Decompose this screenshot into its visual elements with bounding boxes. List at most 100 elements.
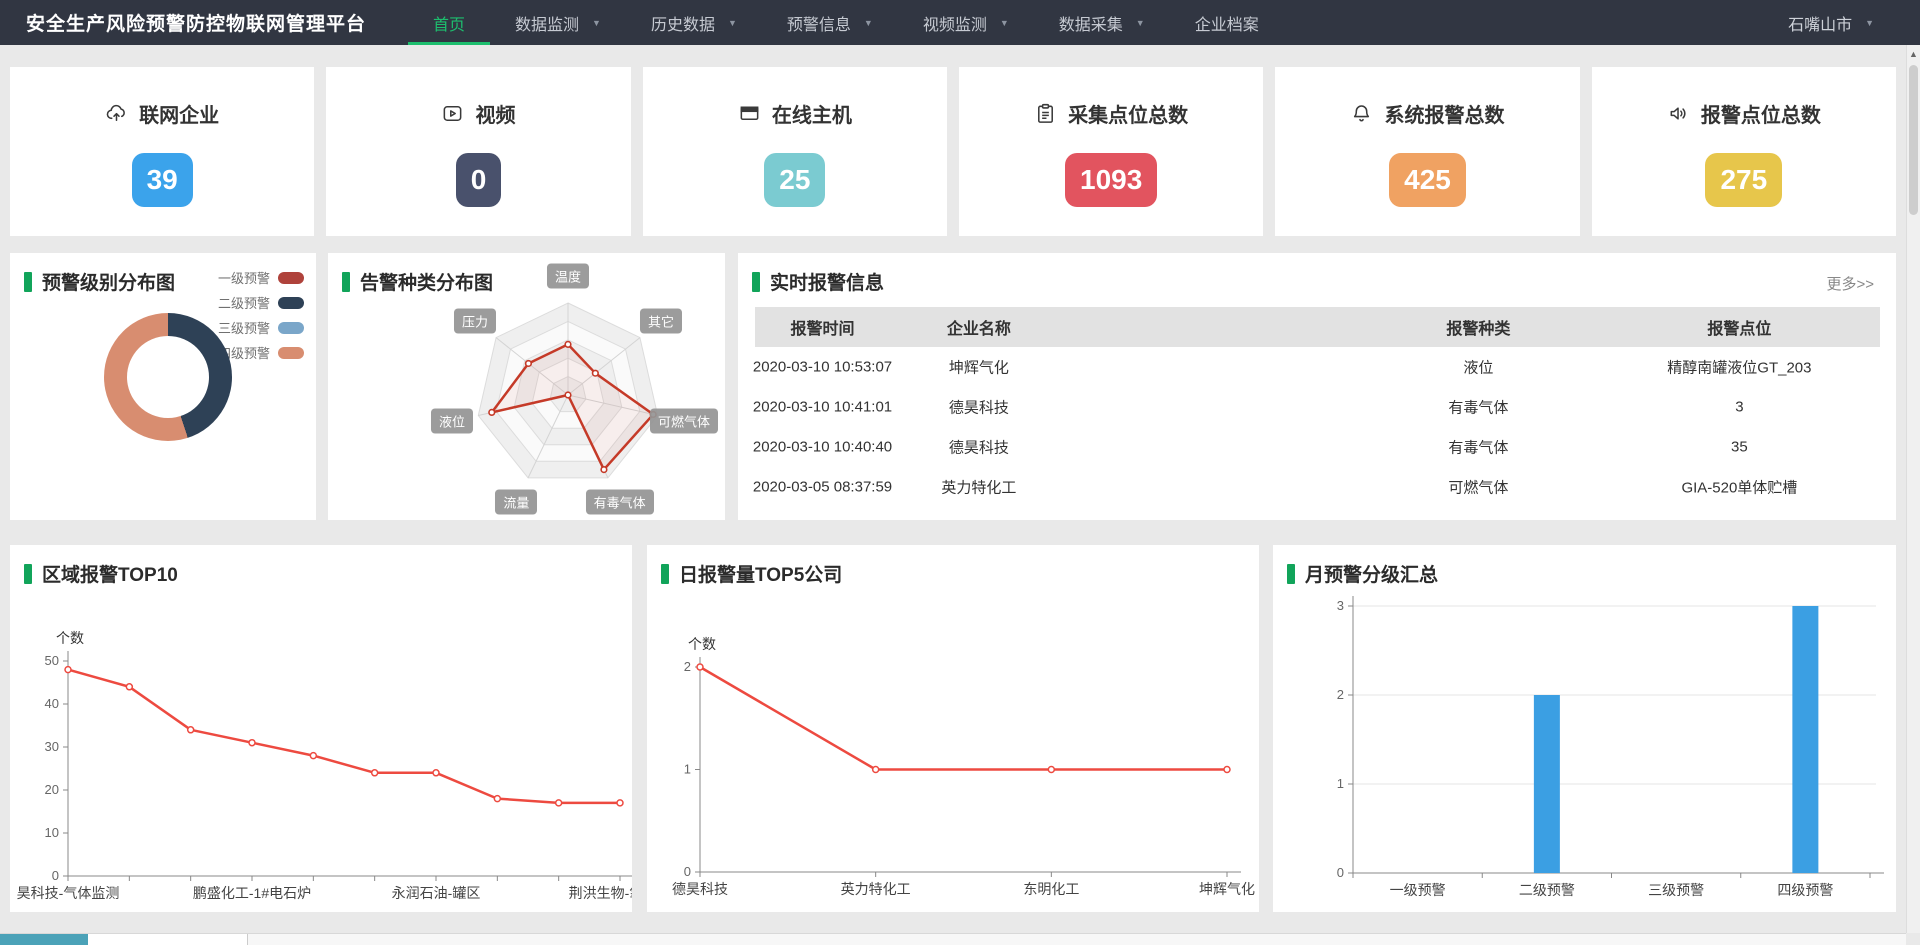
cell-type: 有毒气体 <box>1448 397 1508 418</box>
stat-value-badge: 25 <box>764 153 825 207</box>
cell-company: 英力特化工 <box>941 477 1016 498</box>
speaker-icon <box>1667 102 1690 125</box>
region-selector[interactable]: 石嘴山市▼ <box>1788 0 1874 45</box>
radar-labels: 温度其它可燃气体有毒气体流量液位压力 <box>328 253 725 520</box>
stat-value-badge: 39 <box>132 153 193 207</box>
monthly-chart: 0123一级预警二级预警三级预警四级预警 <box>1273 545 1896 912</box>
table-row: 2020-03-10 10:41:01 德昊科技 有毒气体 3 <box>755 387 1880 427</box>
scrollbar-thumb-horizontal[interactable] <box>88 934 248 945</box>
scrollbar-segment <box>0 934 88 945</box>
legend-item-level1[interactable]: 一级预警 <box>218 265 304 290</box>
column-header-point: 报警点位 <box>1707 315 1771 339</box>
radar-axis-label: 流量 <box>495 490 537 515</box>
dashboard-screen: 安全生产风险预警防控物联网管理平台 首页 数据监测▼ 历史数据▼ 预警信息▼ 视… <box>0 0 1920 945</box>
scrollbar-thumb-vertical[interactable] <box>1909 65 1918 215</box>
stat-card-online-hosts: 在线主机 25 <box>643 67 947 236</box>
radar-axis-label: 液位 <box>431 409 473 434</box>
svg-text:坤辉气化: 坤辉气化 <box>1199 881 1255 897</box>
stat-label: 报警点位总数 <box>1701 99 1821 128</box>
stat-card-videos: 视频 0 <box>326 67 630 236</box>
cell-point: GIA-520单体贮槽 <box>1681 477 1797 498</box>
column-header-type: 报警种类 <box>1446 315 1510 339</box>
svg-text:荆洪生物-氧化反: 荆洪生物-氧化反 <box>569 885 632 901</box>
legend-swatch <box>278 347 304 359</box>
stat-label: 在线主机 <box>772 99 852 128</box>
stat-value-badge: 275 <box>1705 153 1782 207</box>
scroll-up-icon[interactable]: ▲ <box>1907 49 1920 59</box>
panel-daily-top5: 日报警量TOP5公司 012个数德昊科技英力特化工东明化工坤辉气化 <box>647 545 1259 912</box>
bar-series: 一级预警二级预警三级预警四级预警 <box>1353 606 1870 898</box>
svg-text:50: 50 <box>45 653 59 668</box>
svg-text:0: 0 <box>52 868 59 883</box>
svg-text:昊科技-气体监测: 昊科技-气体监测 <box>17 885 120 901</box>
vertical-scrollbar[interactable]: ▲ <box>1906 45 1920 933</box>
nav-item-history-data[interactable]: 历史数据▼ <box>626 0 762 45</box>
nav-item-data-monitor[interactable]: 数据监测▼ <box>490 0 626 45</box>
stat-label: 视频 <box>475 99 515 128</box>
stat-value-badge: 1093 <box>1065 153 1157 207</box>
svg-text:个数: 个数 <box>56 630 84 646</box>
stat-value-badge: 425 <box>1389 153 1466 207</box>
nav-item-warning-info[interactable]: 预警信息▼ <box>762 0 898 45</box>
table-row: 2020-03-05 08:37:59 英力特化工 可燃气体 GIA-520单体… <box>755 467 1880 507</box>
nav-item-video-monitor[interactable]: 视频监测▼ <box>898 0 1034 45</box>
monitor-icon <box>738 102 761 125</box>
stat-value-badge: 0 <box>456 153 502 207</box>
svg-text:1: 1 <box>684 762 691 777</box>
legend-item-level2[interactable]: 二级预警 <box>218 290 304 315</box>
clipboard-icon <box>1034 102 1057 125</box>
svg-text:10: 10 <box>45 825 59 840</box>
cell-time: 2020-03-10 10:40:40 <box>753 439 892 456</box>
cell-point: 精醇南罐液位GT_203 <box>1667 357 1811 378</box>
nav-item-home[interactable]: 首页 <box>408 0 490 45</box>
legend-item-level3[interactable]: 三级预警 <box>218 315 304 340</box>
stat-label: 联网企业 <box>139 99 219 128</box>
cell-time: 2020-03-10 10:53:07 <box>753 359 892 376</box>
cell-type: 可燃气体 <box>1448 477 1508 498</box>
region-top10-chart: 01020304050个数昊科技-气体监测鹏盛化工-1#电石炉永润石油-罐区荆洪… <box>10 545 632 912</box>
daily-top5-chart: 012个数德昊科技英力特化工东明化工坤辉气化 <box>647 545 1259 912</box>
stat-card-alarm-points: 报警点位总数 275 <box>1592 67 1896 236</box>
svg-text:3: 3 <box>1337 598 1344 613</box>
stat-cards: 联网企业 39 视频 0 在线主机 25 采集点位总数 1093 <box>10 67 1896 236</box>
chevron-down-icon: ▼ <box>728 18 737 28</box>
stat-label: 采集点位总数 <box>1068 99 1188 128</box>
stat-label: 系统报警总数 <box>1384 99 1504 128</box>
svg-text:鹏盛化工-1#电石炉: 鹏盛化工-1#电石炉 <box>193 885 311 901</box>
panel-region-top10: 区域报警TOP10 01020304050个数昊科技-气体监测鹏盛化工-1#电石… <box>10 545 632 912</box>
svg-text:2: 2 <box>1337 687 1344 702</box>
svg-text:德昊科技: 德昊科技 <box>672 881 728 897</box>
svg-text:2: 2 <box>684 659 691 674</box>
svg-text:四级预警: 四级预警 <box>1777 882 1833 898</box>
stat-card-system-alarms: 系统报警总数 425 <box>1275 67 1579 236</box>
column-header-time: 报警时间 <box>790 315 854 339</box>
radar-axis-label: 压力 <box>454 308 496 333</box>
svg-text:个数: 个数 <box>688 636 716 652</box>
app-title: 安全生产风险预警防控物联网管理平台 <box>26 9 366 36</box>
bell-icon <box>1350 102 1373 125</box>
nav-item-enterprise-archive[interactable]: 企业档案 <box>1170 0 1284 45</box>
column-header-company: 企业名称 <box>947 315 1011 339</box>
radar-chart <box>328 253 725 520</box>
panel-realtime-alarms: 实时报警信息 更多>> 报警时间 企业名称 报警种类 报警点位 2020-03-… <box>738 253 1896 520</box>
video-icon <box>441 102 464 125</box>
svg-text:英力特化工: 英力特化工 <box>841 881 911 897</box>
main-menu: 首页 数据监测▼ 历史数据▼ 预警信息▼ 视频监测▼ 数据采集▼ 企业档案 <box>408 0 1284 45</box>
legend-item-level4[interactable]: 四级预警 <box>218 340 304 365</box>
stat-card-collection-points: 采集点位总数 1093 <box>959 67 1263 236</box>
svg-text:二级预警: 二级预警 <box>1519 882 1575 898</box>
cell-company: 坤辉气化 <box>949 357 1009 378</box>
chevron-down-icon: ▼ <box>1865 18 1874 28</box>
title-marker <box>752 272 760 292</box>
panel-title: 实时报警信息 <box>752 268 884 295</box>
cell-company: 德昊科技 <box>949 397 1009 418</box>
line-series: 德昊科技 英力特化工 东明化工 坤辉气化 <box>672 664 1255 897</box>
svg-text:东明化工: 东明化工 <box>1023 881 1079 897</box>
nav-item-data-collection[interactable]: 数据采集▼ <box>1034 0 1170 45</box>
svg-text:40: 40 <box>45 696 59 711</box>
axes: 01020304050个数 <box>45 630 632 883</box>
panel-title: 预警级别分布图 <box>24 268 175 295</box>
chevron-down-icon: ▼ <box>592 18 601 28</box>
more-link[interactable]: 更多>> <box>1826 273 1874 294</box>
horizontal-scrollbar[interactable] <box>0 933 1906 945</box>
